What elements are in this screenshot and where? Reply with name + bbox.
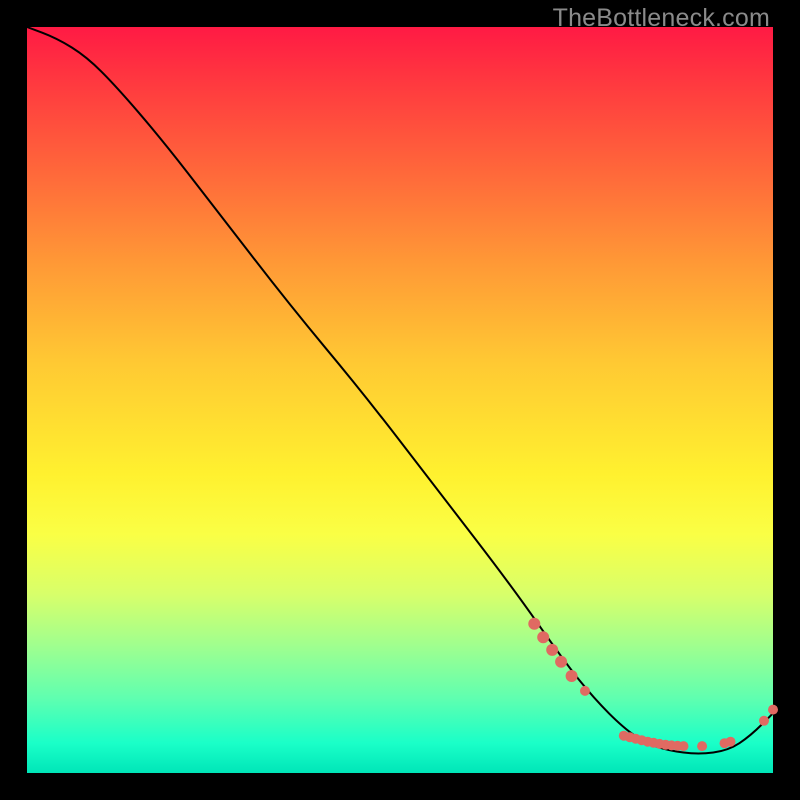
data-point-marker — [726, 737, 736, 747]
data-point-marker — [759, 716, 769, 726]
data-point-marker — [580, 686, 590, 696]
data-point-marker — [555, 656, 567, 668]
bottleneck-curve — [27, 27, 773, 753]
chart-svg — [27, 27, 773, 773]
data-point-marker — [768, 705, 778, 715]
data-point-marker — [697, 741, 707, 751]
data-point-marker — [528, 618, 540, 630]
data-point-marker — [537, 631, 549, 643]
data-point-marker — [546, 644, 558, 656]
data-point-marker — [566, 670, 578, 682]
data-point-marker — [679, 741, 689, 751]
marker-group — [528, 618, 778, 751]
